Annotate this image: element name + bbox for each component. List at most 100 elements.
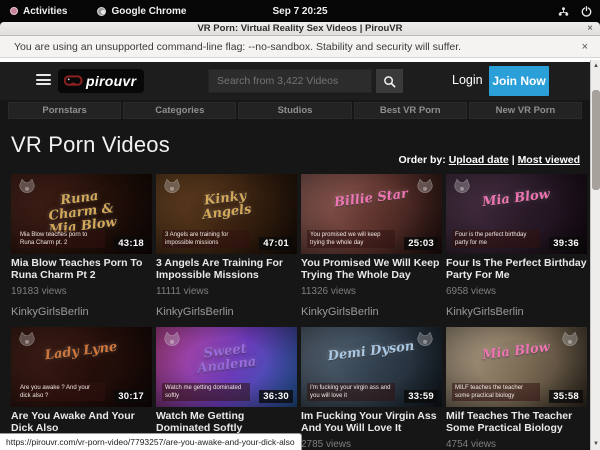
order-link-most-viewed[interactable]: Most viewed (518, 154, 580, 166)
order-link-upload-date[interactable]: Upload date (449, 154, 509, 166)
scrollbar-thumb[interactable] (592, 90, 600, 190)
site-logo[interactable]: pirouvr (58, 69, 144, 93)
tab-close-icon[interactable]: × (587, 22, 593, 36)
join-now-button[interactable]: Join Now (489, 66, 549, 96)
activities-icon (10, 7, 18, 15)
scrollbar[interactable]: ▲ ▼ (590, 60, 600, 450)
webpage: pirouvr Login Join Now PornstarsCategori… (0, 62, 590, 450)
menu-icon[interactable] (36, 74, 51, 87)
video-views: 2785 views (301, 439, 442, 450)
video-channel-link[interactable]: KinkyGirlsBerlin (156, 306, 297, 318)
tab-title: VR Porn: Virtual Reality Sex Videos | Pi… (197, 23, 402, 34)
video-title-link[interactable]: Im Fucking Your Virgin Ass And You Will … (301, 411, 442, 434)
video-card[interactable]: Lady LyneAre you awake ? And your dick a… (11, 327, 152, 450)
warning-close-icon[interactable]: × (582, 41, 588, 53)
video-thumbnail[interactable]: Lady LyneAre you awake ? And your dick a… (11, 327, 152, 407)
video-thumbnail[interactable]: Runa Charm & Mia BlowMia Blow teaches po… (11, 174, 152, 254)
cat-mask-watermark-icon (413, 177, 437, 199)
duration-badge: 39:36 (549, 237, 583, 250)
video-card[interactable]: Billie StarYou promised we will keep try… (301, 174, 442, 318)
video-title-link[interactable]: Mia Blow Teaches Porn To Runa Charm Pt 2 (11, 258, 152, 281)
video-thumbnail[interactable]: Sweet AnalenaWatch me getting dominated … (156, 327, 297, 407)
network-icon[interactable] (558, 6, 569, 17)
nav-item-studios[interactable]: Studios (238, 102, 351, 119)
duration-badge: 35:58 (549, 390, 583, 403)
video-channel-link[interactable]: KinkyGirlsBerlin (446, 306, 587, 318)
clock[interactable]: Sep 7 20:25 (272, 6, 327, 17)
video-thumbnail[interactable]: Kinky Angels3 Angels are training for im… (156, 174, 297, 254)
video-card[interactable]: Demi DysonI'm fucking your virgin ass an… (301, 327, 442, 450)
activities-button[interactable]: Activities (10, 6, 67, 17)
video-title-link[interactable]: Milf Teaches The Teacher Some Practical … (446, 411, 587, 434)
duration-badge: 36:30 (259, 390, 293, 403)
video-card[interactable]: Mia BlowMILF teaches the teacher some pr… (446, 327, 587, 450)
logo-text: pirouvr (86, 73, 136, 89)
search-button[interactable] (376, 69, 403, 93)
warning-text: You are using an unsupported command-lin… (14, 41, 461, 53)
system-bar: Activities Google Chrome Sep 7 20:25 (0, 0, 600, 22)
search-input[interactable] (208, 69, 372, 93)
video-card[interactable]: Runa Charm & Mia BlowMia Blow teaches po… (11, 174, 152, 318)
nav-item-categories[interactable]: Categories (123, 102, 236, 119)
site-header: pirouvr Login Join Now (0, 62, 590, 100)
cat-mask-watermark-icon (160, 177, 184, 199)
video-channel-link[interactable]: KinkyGirlsBerlin (11, 306, 152, 318)
status-url-tooltip: https://pirouvr.com/vr-porn-video/779325… (0, 433, 302, 450)
thumbnail-caption: Mia Blow teaches porn to Runa Charm pt. … (17, 230, 105, 248)
thumbnail-caption: 3 Angels are training for impossible mis… (162, 230, 250, 248)
status-url-text: https://pirouvr.com/vr-porn-video/779325… (6, 437, 295, 447)
login-link[interactable]: Login (452, 73, 483, 87)
video-title-link[interactable]: Are You Awake And Your Dick Also (11, 411, 152, 434)
thumbnail-caption: I'm fucking your virgin ass and you will… (307, 383, 395, 401)
chrome-app-indicator[interactable]: Google Chrome (97, 6, 186, 17)
warning-bar: You are using an unsupported command-lin… (0, 36, 600, 58)
cat-mask-watermark-icon (450, 177, 474, 199)
cat-mask-watermark-icon (558, 330, 582, 352)
video-title-link[interactable]: You Promised We Will Keep Trying The Who… (301, 258, 442, 281)
video-thumbnail[interactable]: Demi DysonI'm fucking your virgin ass an… (301, 327, 442, 407)
video-card[interactable]: Sweet AnalenaWatch me getting dominated … (156, 327, 297, 450)
video-grid: Runa Charm & Mia BlowMia Blow teaches po… (11, 174, 587, 450)
thumbnail-caption: MILF teaches the teacher some practical … (452, 383, 540, 401)
chrome-label: Google Chrome (111, 6, 186, 17)
video-views: 6958 views (446, 286, 587, 297)
duration-badge: 47:01 (259, 237, 293, 250)
screen: Activities Google Chrome Sep 7 20:25 VR … (0, 0, 600, 450)
thumbnail-caption: Are you awake ? And your dick also ? (17, 383, 105, 401)
thumbnail-caption: Watch me getting dominated softly (162, 383, 250, 401)
nav-bar: PornstarsCategoriesStudiosBest VR PornNe… (0, 100, 590, 119)
video-title-link[interactable]: Four Is The Perfect Birthday Party For M… (446, 258, 587, 281)
video-views: 4754 views (446, 439, 587, 450)
video-title-link[interactable]: 3 Angels Are Training For Impossible Mis… (156, 258, 297, 281)
video-thumbnail[interactable]: Billie StarYou promised we will keep try… (301, 174, 442, 254)
cat-mask-watermark-icon (160, 330, 184, 352)
cat-mask-watermark-icon (15, 330, 39, 352)
nav-item-new-vr-porn[interactable]: New VR Porn (469, 102, 582, 119)
cat-mask-watermark-icon (15, 177, 39, 199)
order-by: Order by: Upload date | Most viewed (399, 154, 581, 166)
vr-goggles-icon (64, 75, 84, 87)
video-thumbnail[interactable]: Mia BlowMILF teaches the teacher some pr… (446, 327, 587, 407)
video-title-link[interactable]: Watch Me Getting Dominated Softly (156, 411, 297, 434)
duration-badge: 43:18 (114, 237, 148, 250)
video-views: 11326 views (301, 286, 442, 297)
search-icon (383, 75, 396, 88)
duration-badge: 25:03 (404, 237, 438, 250)
content: VR Porn Videos Order by: Upload date | M… (0, 132, 590, 450)
video-thumbnail[interactable]: Mia BlowFour is the perfect birthday par… (446, 174, 587, 254)
nav-item-pornstars[interactable]: Pornstars (8, 102, 121, 119)
power-icon[interactable] (581, 6, 592, 17)
video-views: 19183 views (11, 286, 152, 297)
scroll-down-icon[interactable]: ▼ (591, 439, 600, 449)
activities-label: Activities (23, 6, 67, 17)
cat-mask-watermark-icon (413, 330, 437, 352)
video-card[interactable]: Mia BlowFour is the perfect birthday par… (446, 174, 587, 318)
nav-item-best-vr-porn[interactable]: Best VR Porn (354, 102, 467, 119)
browser-title-bar: VR Porn: Virtual Reality Sex Videos | Pi… (0, 22, 600, 36)
video-card[interactable]: Kinky Angels3 Angels are training for im… (156, 174, 297, 318)
thumbnail-caption: Four is the perfect birthday party for m… (452, 230, 540, 248)
video-channel-link[interactable]: KinkyGirlsBerlin (301, 306, 442, 318)
scroll-up-icon[interactable]: ▲ (591, 61, 600, 71)
duration-badge: 33:59 (404, 390, 438, 403)
duration-badge: 30:17 (114, 390, 148, 403)
